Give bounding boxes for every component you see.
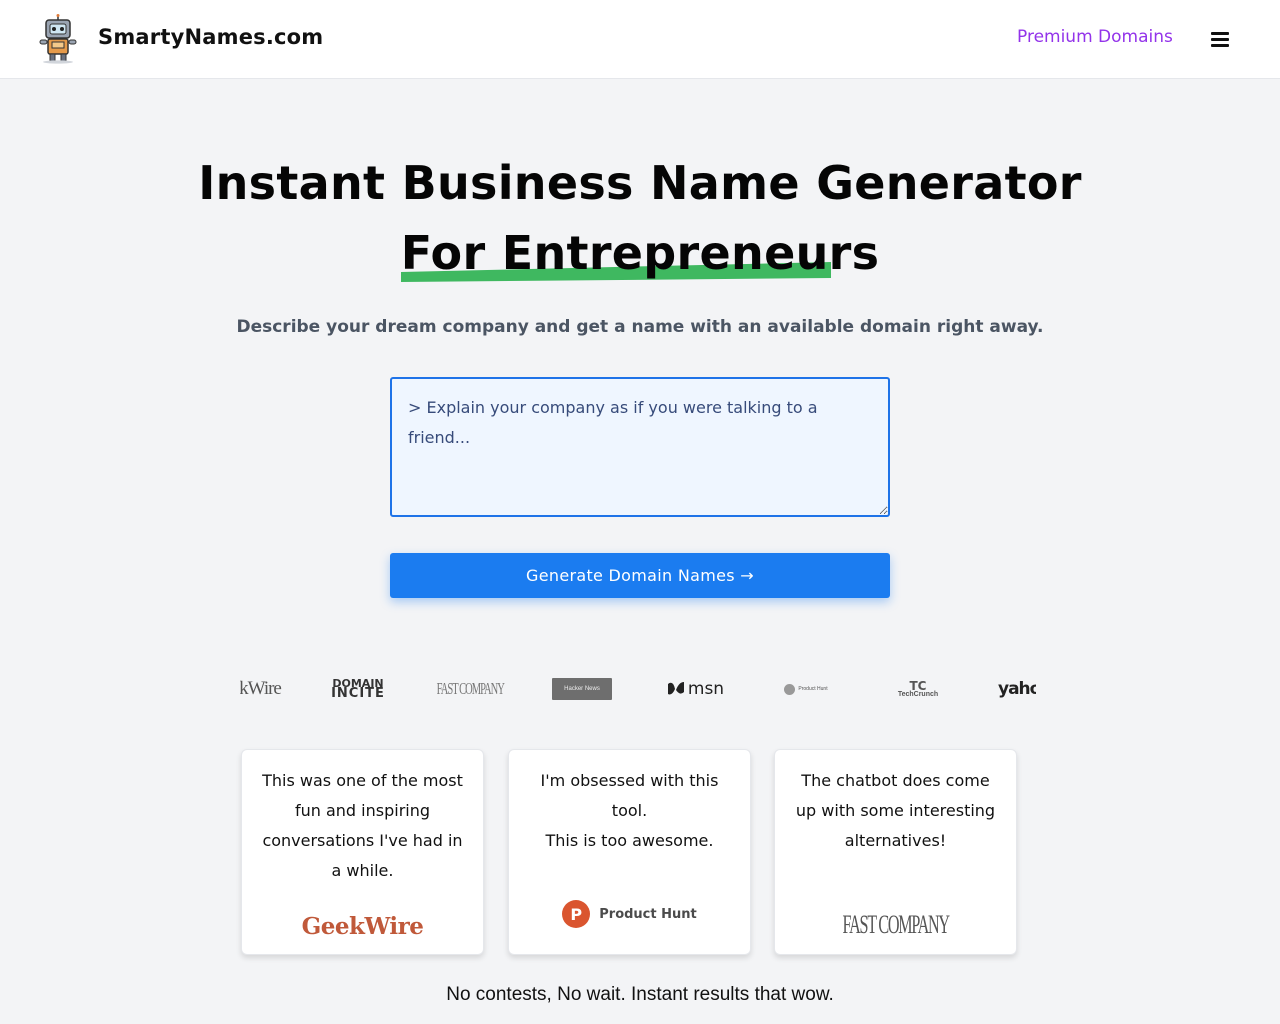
testimonial-card: I'm obsessed with this tool. This is too… (508, 749, 751, 955)
geekwire-logo: kWire (240, 670, 282, 708)
hero-title: Instant Business Name Generator For Entr… (0, 148, 1280, 288)
domain-incite-logo: DOMAIN INCITE (328, 670, 388, 708)
producthunt-small-text: Product Hunt (798, 686, 828, 692)
hackernews-logo-text: Hacker News (564, 686, 600, 692)
testimonial-quote: This was one of the most fun and inspiri… (262, 771, 463, 880)
msn-butterfly-icon (667, 682, 684, 695)
msn-logo: msn (664, 670, 726, 708)
techcrunch-logo-text: TechCrunch (897, 690, 939, 698)
techcrunch-logo: TC TechCrunch (890, 670, 946, 708)
domain-incite-bottom: INCITE (331, 686, 385, 701)
testimonial-quote: The chatbot does come up with some inter… (795, 771, 996, 850)
yahoo-logo-text: yaho (998, 679, 1036, 699)
generate-domain-names-button[interactable]: Generate Domain Names → (390, 553, 890, 598)
fastcompany-logo: FAST COMPANY (436, 670, 504, 708)
testimonial-card: This was one of the most fun and inspiri… (241, 749, 484, 955)
hero-title-line2-text: For Entrepreneurs (400, 226, 880, 280)
company-description-input[interactable] (390, 377, 890, 517)
site-name-link[interactable]: SmartyNames.com (98, 25, 323, 49)
press-logos-strip: kWire DOMAIN INCITE FAST COMPANY Hacker … (240, 670, 1036, 708)
premium-domains-link[interactable]: Premium Domains (1017, 27, 1173, 47)
testimonial-quote: I'm obsessed with this tool. This is too… (523, 766, 736, 856)
testimonial-source: GeekWire (301, 913, 424, 940)
techcrunch-tc-mark: TC (909, 678, 927, 693)
yahoo-logo: yaho (998, 670, 1036, 708)
producthunt-small-icon (784, 683, 796, 695)
fastcompany-source-logo: FAST COMPANY (775, 910, 1016, 940)
geekwire-source-logo: GeekWire (242, 913, 483, 940)
geekwire-logo-text: kWire (240, 678, 282, 699)
hero-title-line1: Instant Business Name Generator (198, 156, 1082, 210)
tagline: No contests, No wait. Instant results th… (446, 984, 834, 1005)
producthunt-logo-small: Product Hunt (778, 670, 834, 708)
testimonial-quote-line: This is too awesome. (545, 831, 714, 850)
fastcompany-logo-text: FAST COMPANY (436, 679, 504, 698)
robot-mascot-icon[interactable] (37, 14, 79, 64)
testimonial-source: Product Hunt (599, 906, 697, 922)
testimonial-source: FAST COMPANY (842, 910, 949, 939)
msn-logo-text: msn (687, 679, 725, 699)
hamburger-icon[interactable] (1211, 32, 1231, 48)
hero-title-line2: For Entrepreneurs (400, 218, 880, 288)
testimonial-card: The chatbot does come up with some inter… (774, 749, 1017, 955)
producthunt-source-logo: P Product Hunt (509, 900, 750, 928)
site-header: SmartyNames.com Premium Domains (0, 0, 1280, 79)
producthunt-icon: P (562, 900, 591, 928)
testimonial-quote-line: I'm obsessed with this tool. (540, 771, 719, 820)
hero-subtitle: Describe your dream company and get a na… (236, 317, 1044, 337)
hackernews-logo: Hacker News (552, 670, 612, 708)
